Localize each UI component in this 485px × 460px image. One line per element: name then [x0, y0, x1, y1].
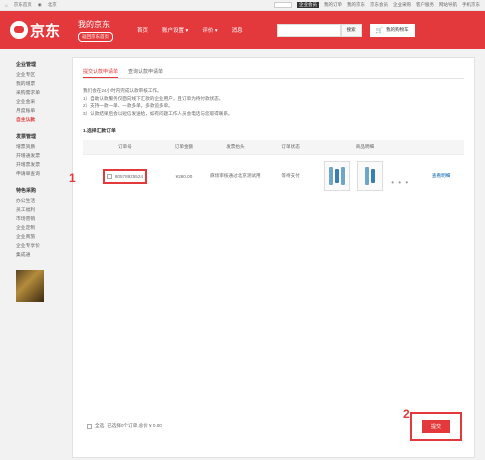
sidebar-group-title: 发票管理 — [16, 134, 37, 140]
sidebar-group-title: 企业管理 — [16, 62, 37, 68]
tab-query-application[interactable]: 查询认款申请单 — [128, 66, 163, 78]
submit-highlight: 提交 — [409, 412, 462, 441]
sidebar-item[interactable]: 开增通发票 — [16, 152, 64, 161]
nav-messages[interactable]: 消息 — [232, 26, 243, 34]
col-header-order-no: 订单号 — [83, 140, 167, 155]
footer-bar: 全选 已选择0个订单,总价 ¥ 0.00 — [87, 423, 162, 429]
col-header-invoice: 发票抬头 — [201, 140, 270, 155]
main-panel: 提交认款申请单 查询认款申请单 我们会在24小时内完成认款审核工作。 1）自助认… — [72, 57, 475, 458]
select-all-label[interactable]: 全选 — [95, 423, 104, 429]
sidebar-group-title: 特色采购 — [16, 188, 37, 194]
order-checkbox[interactable] — [106, 173, 112, 179]
nav-account-settings[interactable]: 账户设置 ▾ — [162, 26, 188, 34]
sidebar-item[interactable]: 市场营销 — [16, 215, 64, 224]
cart-icon: 🛒 — [375, 27, 384, 34]
cart-label: 我的购物车 — [386, 27, 409, 32]
sidebar-item[interactable]: 企业专享价 — [16, 242, 64, 251]
topbar-link[interactable]: 网站导航 — [439, 2, 457, 8]
sidebar-item[interactable]: 我的增票 — [16, 80, 64, 89]
col-header-status: 订单状态 — [269, 140, 312, 155]
sidebar-ad-image[interactable] — [16, 270, 44, 302]
sidebar-item[interactable]: 员工福利 — [16, 206, 64, 215]
nav-review[interactable]: 评价 ▾ — [202, 26, 217, 34]
sidebar-item[interactable]: 申请单查询 — [16, 170, 64, 179]
logo[interactable]: 京东 — [10, 20, 70, 41]
step-marker-1: 1 — [69, 171, 76, 185]
topbar-link[interactable]: 我的订单 — [324, 2, 342, 8]
sidebar-item[interactable]: 企业专区 — [16, 71, 64, 80]
sidebar-item[interactable]: 开增票发票 — [16, 161, 64, 170]
more-products-icon: • • • — [391, 178, 410, 188]
home-icon[interactable]: ⌂ — [5, 3, 8, 8]
product-image-icon — [340, 167, 345, 186]
col-header-action — [418, 140, 464, 155]
jd-dog-icon — [10, 21, 28, 39]
product-thumbnail[interactable] — [323, 161, 350, 192]
sidebar-item[interactable]: 采购需求单 — [16, 89, 64, 98]
brand-name: 京东 — [30, 22, 61, 40]
instruction-line: 我们会在24小时内完成认款审核工作。 — [83, 88, 162, 93]
col-header-products: 商品明细 — [311, 140, 419, 155]
topbar-home-link[interactable]: 京东首页 — [14, 2, 32, 8]
topbar-link[interactable]: 我的京东 — [347, 2, 365, 8]
order-select-cell[interactable]: 80578925524 — [102, 168, 147, 184]
invoice-title: 麻烦审核通过北京测试用 — [210, 173, 261, 179]
cart-button[interactable]: 🛒 我的购物车 — [369, 23, 415, 37]
tab-submit-application[interactable]: 提交认款申请单 — [83, 66, 119, 78]
col-header-amount: 订单金额 — [166, 140, 202, 155]
topbar-link[interactable]: 手机京东 — [462, 2, 480, 8]
product-image-icon — [334, 169, 339, 184]
topbar-link[interactable]: 企业采购 — [393, 2, 411, 8]
sidebar-item[interactable]: 企业商旅 — [16, 233, 64, 242]
sidebar-item[interactable]: 增票资质 — [16, 143, 64, 152]
product-image-icon — [328, 167, 333, 186]
header: 京东 我的京东 返回京东首页 首页 账户设置 ▾ 评价 ▾ 消息 搜索 🛒 我的… — [0, 11, 485, 49]
sidebar-item[interactable]: 月度账单 — [16, 107, 64, 116]
user-name-box — [274, 2, 292, 8]
instruction-line: 1）自助认款服务仅面向线下汇款的企业用户，且订单为待付款状态。 — [83, 95, 224, 101]
table-row: 80578925524 ¥260.00 麻烦审核通过北京测试用 等待支付 • •… — [83, 154, 464, 198]
topbar-link[interactable]: 客户服务 — [416, 2, 434, 8]
nav-home[interactable]: 首页 — [137, 26, 148, 34]
return-home-button[interactable]: 返回京东首页 — [78, 31, 113, 42]
member-badge: 企业会员 — [297, 2, 319, 8]
step-marker-2: 2 — [403, 407, 410, 421]
tab-bar: 提交认款申请单 查询认款申请单 — [83, 66, 464, 79]
product-image-icon — [364, 167, 369, 186]
order-number: 80578925524 — [114, 173, 143, 179]
top-bar: ⌂ 京东首页 ◉ 北京 企业会员 我的订单 我的京东 京东会员 企业采购 客户服… — [0, 0, 485, 11]
sidebar-item[interactable]: 企业金采 — [16, 98, 64, 107]
location-icon: ◉ — [37, 2, 42, 7]
myjd-title: 我的京东 — [78, 19, 110, 29]
sidebar-item-active[interactable]: 自主认款 — [16, 116, 64, 125]
sidebar-item[interactable]: 集成通 — [16, 251, 64, 260]
view-details-link[interactable]: 查看明细 — [432, 173, 450, 178]
submit-button[interactable]: 提交 — [421, 420, 450, 433]
search-button[interactable]: 搜索 — [340, 23, 362, 37]
section-title: 1.选择汇款订单 — [83, 129, 116, 134]
instruction-line: 2）支持一款一单、一款多单，多款追多单。 — [83, 103, 173, 108]
main-nav: 首页 账户设置 ▾ 评价 ▾ 消息 — [137, 26, 243, 34]
topbar-location[interactable]: 北京 — [48, 2, 57, 8]
product-thumbnail[interactable] — [356, 161, 383, 192]
search-input[interactable] — [276, 23, 341, 37]
topbar-link[interactable]: 京东会员 — [370, 2, 388, 8]
order-amount: ¥260.00 — [175, 173, 193, 179]
search-box: 搜索 — [276, 23, 362, 37]
product-image-icon — [370, 169, 375, 184]
select-all-checkbox[interactable] — [87, 423, 92, 429]
sidebar-item[interactable]: 办公生活 — [16, 197, 64, 206]
instructions: 我们会在24小时内完成认款审核工作。 1）自助认款服务仅面向线下汇款的企业用户，… — [83, 87, 464, 117]
instruction-line: 3）认款结果后会以短信发送给，如有问题工作人员会电话与您取得联系。 — [83, 110, 233, 116]
selection-summary: 已选择0个订单,总价 ¥ 0.00 — [107, 423, 162, 428]
sidebar: 企业管理 企业专区 我的增票 采购需求单 企业金采 月度账单 自主认款 发票管理… — [16, 57, 64, 458]
sidebar-item[interactable]: 企业定制 — [16, 224, 64, 233]
order-status: 等待支付 — [281, 173, 300, 179]
order-table: 订单号 订单金额 发票抬头 订单状态 商品明细 80578925524 ¥260… — [83, 140, 464, 198]
